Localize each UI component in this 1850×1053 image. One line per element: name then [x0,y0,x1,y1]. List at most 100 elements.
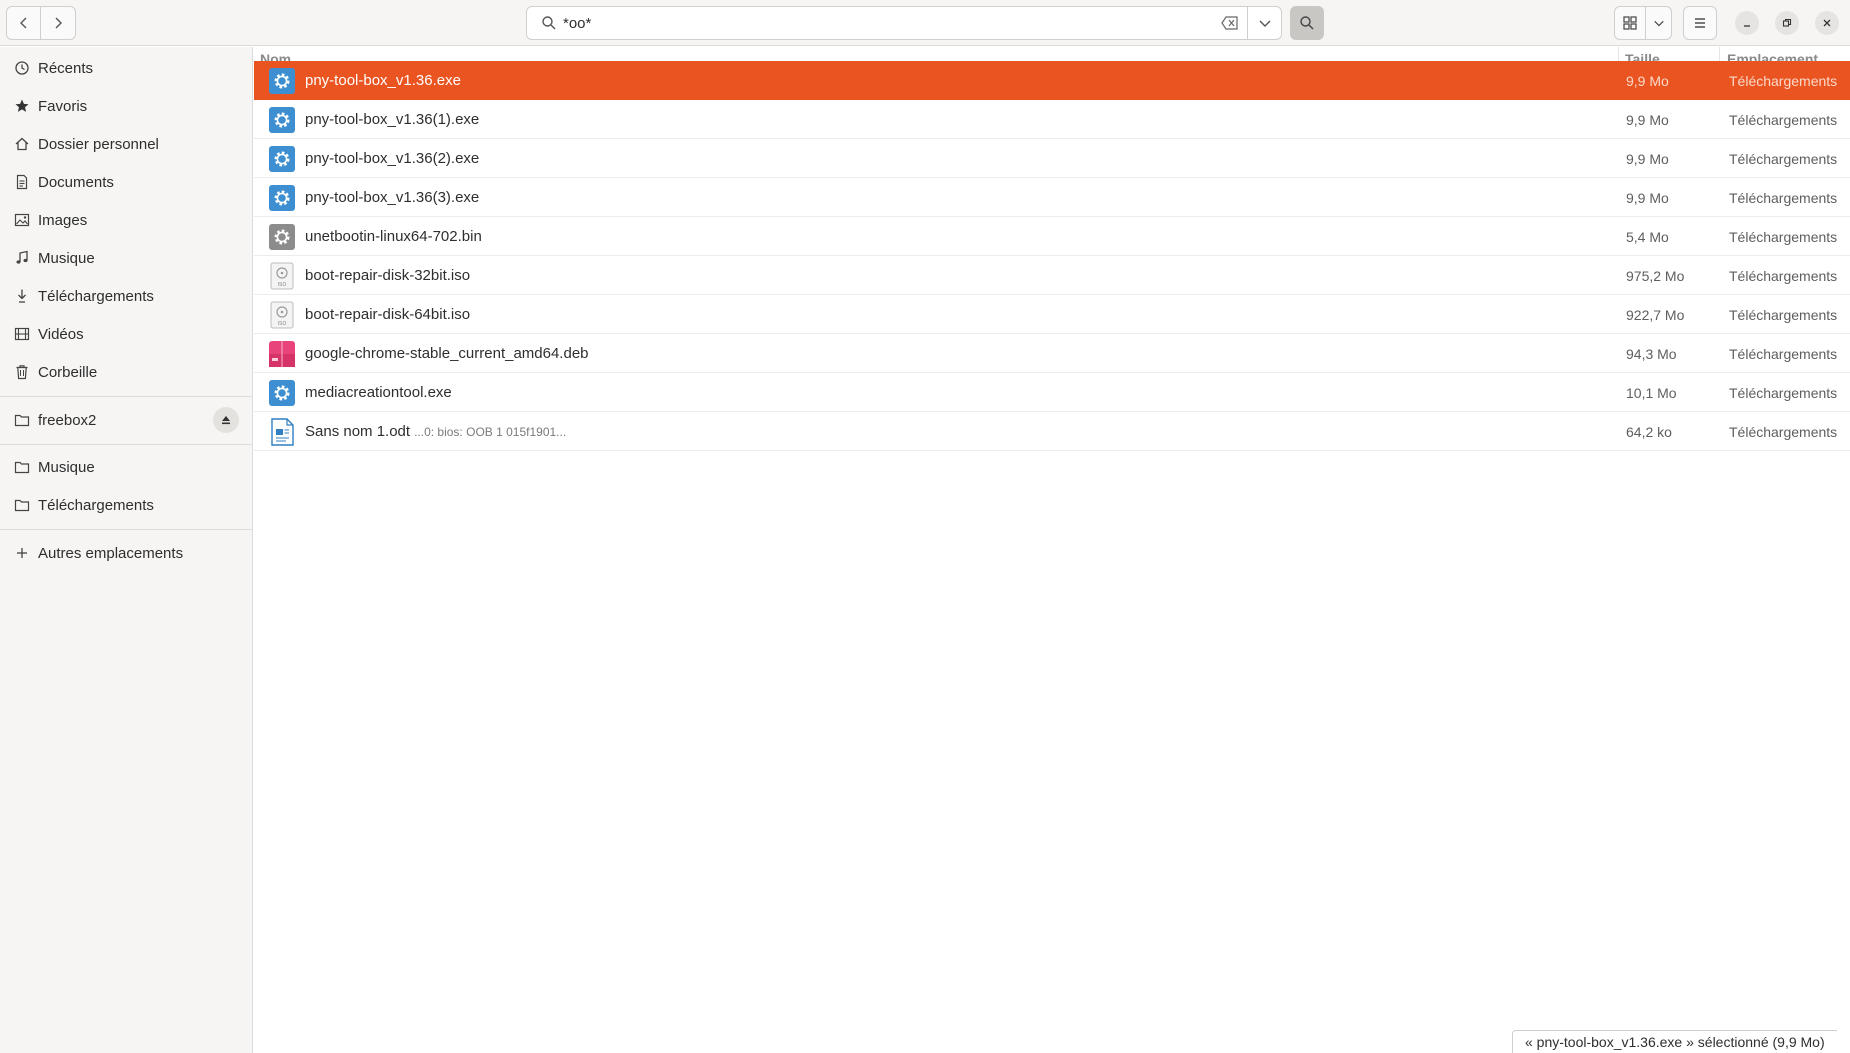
sidebar-item-home[interactable]: Dossier personnel [0,125,253,163]
file-name: mediacreationtool.exe [305,384,452,401]
restore-icon [1782,18,1792,27]
minimize-icon [1744,25,1750,27]
file-name: google-chrome-stable_current_amd64.deb [305,345,589,362]
exe-gear-icon [268,67,296,95]
sidebar-item-trash[interactable]: Corbeille [0,353,253,391]
selection-status: « pny-tool-box_v1.36.exe » sélectionné (… [1525,1034,1825,1050]
file-row[interactable]: google-chrome-stable_current_amd64.deb 94… [254,334,1850,373]
clock-icon [12,58,32,78]
sidebar-item-label: Documents [38,173,114,191]
file-size: 975,2 Mo [1626,268,1685,284]
svg-text:ISO: ISO [278,282,287,288]
sidebar-separator [0,444,253,445]
file-size: 9,9 Mo [1626,73,1669,89]
file-name-text: boot-repair-disk-64bit.iso [305,306,471,323]
sidebar-item-label: Dossier personnel [38,135,159,153]
sidebar-item-images[interactable]: Images [0,201,253,239]
file-name-text: mediacreationtool.exe [305,384,452,401]
file-list: Nom Taille Emplacement pny-tool-box_v1.3… [254,47,1850,1053]
search-toggle-button[interactable] [1290,6,1324,40]
file-row[interactable]: pny-tool-box_v1.36(1).exe 9,9 Mo Télécharg… [254,100,1850,139]
sidebar-item-music[interactable]: Musique [0,239,253,277]
sidebar-item-documents[interactable]: Documents [0,163,253,201]
file-row[interactable]: ISO boot-repair-disk-64bit.iso 922,7 Mo Tél… [254,295,1850,334]
file-name: pny-tool-box_v1.36(3).exe [305,189,479,206]
sidebar-item-label: Images [38,211,88,229]
file-location: Téléchargements [1729,229,1838,245]
sidebar-item-videos[interactable]: Vidéos [0,315,253,353]
svg-text:ISO: ISO [278,321,287,327]
sidebar-item-recents[interactable]: Récents [0,49,253,87]
sidebar-item-other-locations[interactable]: Autres emplacements [0,534,253,572]
file-name-text: Sans nom 1.odt [305,423,411,440]
eject-icon [222,416,230,425]
file-row[interactable]: Sans nom 1.odt ...0: bios: OOB 1 015f1901… [254,412,1850,451]
video-icon [12,324,32,344]
home-icon [12,134,32,154]
sidebar-item-favorites[interactable]: Favoris [0,87,253,125]
binary-gear-icon [268,223,296,251]
main-menu-button[interactable] [1683,6,1717,40]
file-row[interactable]: pny-tool-box_v1.36.exe 9,9 Mo Téléchargeme… [254,61,1850,100]
grid-icon [1623,16,1637,30]
file-row[interactable]: unetbootin-linux64-702.bin 5,4 Mo Téléchar… [254,217,1850,256]
grid-view-button[interactable] [1615,7,1645,39]
download-icon [12,286,32,306]
file-size: 9,9 Mo [1626,112,1669,128]
file-location: Téléchargements [1729,346,1838,362]
file-size: 94,3 Mo [1626,346,1677,362]
file-location: Téléchargements [1729,73,1838,89]
search-bar [526,6,1282,40]
sidebar-separator [0,396,253,397]
file-size: 9,9 Mo [1626,151,1669,167]
file-size: 10,1 Mo [1626,385,1677,401]
iso-disc-icon: ISO [268,301,296,329]
file-row[interactable]: pny-tool-box_v1.36(3).exe 9,9 Mo Télécharg… [254,178,1850,217]
file-size: 5,4 Mo [1626,229,1669,245]
sidebar-item-bookmark-downloads[interactable]: Téléchargements [0,486,253,524]
clear-search-button[interactable] [1213,7,1247,39]
file-name-text: pny-tool-box_v1.36(1).exe [305,111,480,128]
search-options-dropdown[interactable] [1247,7,1281,39]
file-row[interactable]: mediacreationtool.exe 10,1 Mo Téléchargeme… [254,373,1850,412]
file-location: Téléchargements [1729,112,1838,128]
chevron-left-icon [19,17,26,29]
eject-button[interactable] [213,407,239,433]
folder-icon [12,495,32,515]
file-location: Téléchargements [1729,307,1838,323]
search-snippet: ...0: bios: OOB 1 015f1901... [414,425,567,439]
close-button[interactable] [1815,11,1839,35]
exe-gear-icon [268,106,296,134]
file-name-text: pny-tool-box_v1.36(2).exe [305,150,480,167]
file-location: Téléchargements [1729,268,1838,284]
sidebar-item-label: Musique [38,249,95,267]
file-name-text: boot-repair-disk-32bit.iso [305,267,471,284]
search-icon [542,16,556,30]
file-name-text: unetbootin-linux64-702.bin [305,228,482,245]
sidebar-item-downloads[interactable]: Téléchargements [0,277,253,315]
file-name: boot-repair-disk-64bit.iso [305,306,470,323]
minimize-button[interactable] [1735,11,1759,35]
status-bar: « pny-tool-box_v1.36.exe » sélectionné (… [1512,1030,1837,1053]
view-switcher [1614,6,1672,40]
music-icon [12,248,32,268]
file-name: unetbootin-linux64-702.bin [305,228,482,245]
image-icon [12,210,32,230]
sidebar-item-bookmark-music[interactable]: Musique [0,448,253,486]
exe-gear-icon [268,379,296,407]
view-options-dropdown[interactable] [1645,7,1671,39]
restore-button[interactable] [1775,11,1799,35]
file-size: 9,9 Mo [1626,190,1669,206]
file-name: pny-tool-box_v1.36(1).exe [305,111,479,128]
forward-button[interactable] [41,7,75,39]
search-input[interactable] [557,7,1213,39]
folder-icon [12,410,32,430]
back-button[interactable] [7,7,41,39]
file-row[interactable]: ISO boot-repair-disk-32bit.iso 975,2 Mo Tél… [254,256,1850,295]
sidebar-item-freebox2[interactable]: freebox2 [0,401,253,439]
sidebar-item-label: Corbeille [38,363,98,381]
star-icon [12,96,32,116]
chevron-right-icon [55,17,62,29]
file-row[interactable]: pny-tool-box_v1.36(2).exe 9,9 Mo Télécharg… [254,139,1850,178]
exe-gear-icon [268,184,296,212]
